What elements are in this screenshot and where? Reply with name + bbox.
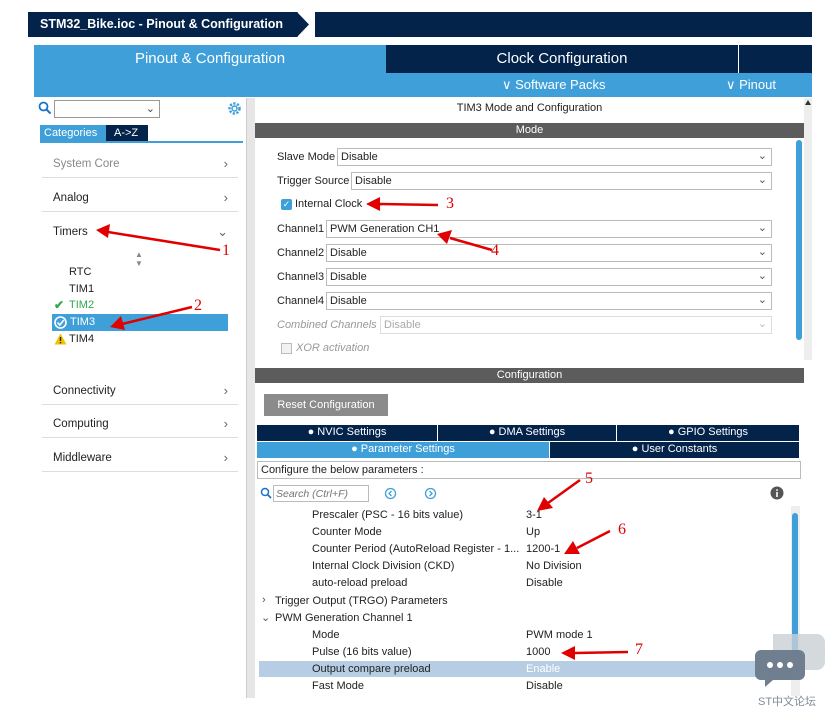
chat-bubble-icon bbox=[755, 634, 825, 687]
annotation-number: 1 bbox=[222, 242, 230, 259]
annotation-number: 7 bbox=[635, 641, 643, 658]
annotation-number: 4 bbox=[491, 242, 499, 259]
annotation-number: 6 bbox=[618, 521, 626, 538]
annotation-number: 3 bbox=[446, 195, 454, 212]
annotation-number: 5 bbox=[585, 470, 593, 487]
annotation-overlay bbox=[96, 197, 629, 660]
annotation-number: 2 bbox=[194, 297, 202, 314]
watermark-text: ST中文论坛 bbox=[758, 696, 817, 708]
